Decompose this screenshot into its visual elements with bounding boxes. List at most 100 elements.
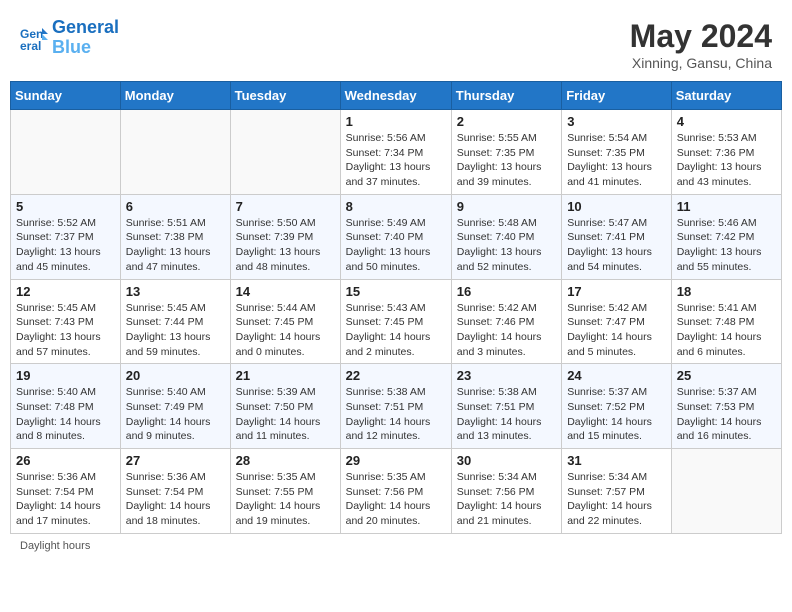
- calendar-table: Sunday Monday Tuesday Wednesday Thursday…: [10, 81, 782, 534]
- table-row: 8 Sunrise: 5:49 AMSunset: 7:40 PMDayligh…: [340, 194, 451, 279]
- day-info: Sunrise: 5:38 AMSunset: 7:51 PMDaylight:…: [346, 385, 446, 444]
- month-year: May 2024: [630, 18, 772, 55]
- day-info: Sunrise: 5:38 AMSunset: 7:51 PMDaylight:…: [457, 385, 556, 444]
- table-row: 4 Sunrise: 5:53 AMSunset: 7:36 PMDayligh…: [671, 110, 781, 195]
- day-number: 18: [677, 284, 776, 299]
- day-info: Sunrise: 5:40 AMSunset: 7:48 PMDaylight:…: [16, 385, 115, 444]
- table-row: 16 Sunrise: 5:42 AMSunset: 7:46 PMDaylig…: [451, 279, 561, 364]
- day-info: Sunrise: 5:55 AMSunset: 7:35 PMDaylight:…: [457, 131, 556, 190]
- day-info: Sunrise: 5:35 AMSunset: 7:55 PMDaylight:…: [236, 470, 335, 529]
- day-info: Sunrise: 5:56 AMSunset: 7:34 PMDaylight:…: [346, 131, 446, 190]
- day-info: Sunrise: 5:37 AMSunset: 7:53 PMDaylight:…: [677, 385, 776, 444]
- day-number: 12: [16, 284, 115, 299]
- day-number: 29: [346, 453, 446, 468]
- table-row: [671, 449, 781, 534]
- table-row: 26 Sunrise: 5:36 AMSunset: 7:54 PMDaylig…: [11, 449, 121, 534]
- table-row: [11, 110, 121, 195]
- table-row: 30 Sunrise: 5:34 AMSunset: 7:56 PMDaylig…: [451, 449, 561, 534]
- day-number: 14: [236, 284, 335, 299]
- svg-text:eral: eral: [20, 39, 41, 52]
- table-row: [230, 110, 340, 195]
- title-block: May 2024 Xinning, Gansu, China: [630, 18, 772, 71]
- day-number: 2: [457, 114, 556, 129]
- day-number: 7: [236, 199, 335, 214]
- header-tuesday: Tuesday: [230, 82, 340, 110]
- day-info: Sunrise: 5:36 AMSunset: 7:54 PMDaylight:…: [126, 470, 225, 529]
- table-row: 24 Sunrise: 5:37 AMSunset: 7:52 PMDaylig…: [562, 364, 672, 449]
- table-row: 10 Sunrise: 5:47 AMSunset: 7:41 PMDaylig…: [562, 194, 672, 279]
- day-info: Sunrise: 5:51 AMSunset: 7:38 PMDaylight:…: [126, 216, 225, 275]
- day-number: 1: [346, 114, 446, 129]
- day-info: Sunrise: 5:36 AMSunset: 7:54 PMDaylight:…: [16, 470, 115, 529]
- day-info: Sunrise: 5:40 AMSunset: 7:49 PMDaylight:…: [126, 385, 225, 444]
- day-number: 22: [346, 368, 446, 383]
- calendar-week-row: 26 Sunrise: 5:36 AMSunset: 7:54 PMDaylig…: [11, 449, 782, 534]
- day-number: 6: [126, 199, 225, 214]
- location: Xinning, Gansu, China: [630, 55, 772, 71]
- table-row: 29 Sunrise: 5:35 AMSunset: 7:56 PMDaylig…: [340, 449, 451, 534]
- day-info: Sunrise: 5:37 AMSunset: 7:52 PMDaylight:…: [567, 385, 666, 444]
- day-info: Sunrise: 5:34 AMSunset: 7:56 PMDaylight:…: [457, 470, 556, 529]
- day-info: Sunrise: 5:46 AMSunset: 7:42 PMDaylight:…: [677, 216, 776, 275]
- table-row: 5 Sunrise: 5:52 AMSunset: 7:37 PMDayligh…: [11, 194, 121, 279]
- table-row: 6 Sunrise: 5:51 AMSunset: 7:38 PMDayligh…: [120, 194, 230, 279]
- day-number: 30: [457, 453, 556, 468]
- logo-text: GeneralBlue: [52, 18, 119, 58]
- daylight-hours-label: Daylight hours: [20, 540, 90, 552]
- day-info: Sunrise: 5:44 AMSunset: 7:45 PMDaylight:…: [236, 301, 335, 360]
- table-row: 19 Sunrise: 5:40 AMSunset: 7:48 PMDaylig…: [11, 364, 121, 449]
- day-number: 16: [457, 284, 556, 299]
- day-info: Sunrise: 5:42 AMSunset: 7:47 PMDaylight:…: [567, 301, 666, 360]
- day-number: 26: [16, 453, 115, 468]
- day-number: 24: [567, 368, 666, 383]
- day-number: 31: [567, 453, 666, 468]
- day-number: 20: [126, 368, 225, 383]
- day-info: Sunrise: 5:34 AMSunset: 7:57 PMDaylight:…: [567, 470, 666, 529]
- day-info: Sunrise: 5:52 AMSunset: 7:37 PMDaylight:…: [16, 216, 115, 275]
- calendar-week-row: 1 Sunrise: 5:56 AMSunset: 7:34 PMDayligh…: [11, 110, 782, 195]
- page-header: Gen eral GeneralBlue May 2024 Xinning, G…: [10, 10, 782, 77]
- day-info: Sunrise: 5:47 AMSunset: 7:41 PMDaylight:…: [567, 216, 666, 275]
- table-row: 14 Sunrise: 5:44 AMSunset: 7:45 PMDaylig…: [230, 279, 340, 364]
- day-number: 13: [126, 284, 225, 299]
- table-row: 15 Sunrise: 5:43 AMSunset: 7:45 PMDaylig…: [340, 279, 451, 364]
- day-info: Sunrise: 5:49 AMSunset: 7:40 PMDaylight:…: [346, 216, 446, 275]
- day-info: Sunrise: 5:35 AMSunset: 7:56 PMDaylight:…: [346, 470, 446, 529]
- calendar-week-row: 12 Sunrise: 5:45 AMSunset: 7:43 PMDaylig…: [11, 279, 782, 364]
- header-monday: Monday: [120, 82, 230, 110]
- table-row: 22 Sunrise: 5:38 AMSunset: 7:51 PMDaylig…: [340, 364, 451, 449]
- day-number: 15: [346, 284, 446, 299]
- day-info: Sunrise: 5:53 AMSunset: 7:36 PMDaylight:…: [677, 131, 776, 190]
- table-row: 9 Sunrise: 5:48 AMSunset: 7:40 PMDayligh…: [451, 194, 561, 279]
- day-number: 11: [677, 199, 776, 214]
- day-number: 23: [457, 368, 556, 383]
- logo: Gen eral GeneralBlue: [20, 18, 119, 58]
- table-row: 12 Sunrise: 5:45 AMSunset: 7:43 PMDaylig…: [11, 279, 121, 364]
- day-number: 17: [567, 284, 666, 299]
- day-info: Sunrise: 5:45 AMSunset: 7:44 PMDaylight:…: [126, 301, 225, 360]
- calendar-header-row: Sunday Monday Tuesday Wednesday Thursday…: [11, 82, 782, 110]
- header-sunday: Sunday: [11, 82, 121, 110]
- table-row: 23 Sunrise: 5:38 AMSunset: 7:51 PMDaylig…: [451, 364, 561, 449]
- day-number: 4: [677, 114, 776, 129]
- table-row: 28 Sunrise: 5:35 AMSunset: 7:55 PMDaylig…: [230, 449, 340, 534]
- table-row: 3 Sunrise: 5:54 AMSunset: 7:35 PMDayligh…: [562, 110, 672, 195]
- day-number: 21: [236, 368, 335, 383]
- day-info: Sunrise: 5:42 AMSunset: 7:46 PMDaylight:…: [457, 301, 556, 360]
- table-row: 27 Sunrise: 5:36 AMSunset: 7:54 PMDaylig…: [120, 449, 230, 534]
- table-row: 2 Sunrise: 5:55 AMSunset: 7:35 PMDayligh…: [451, 110, 561, 195]
- table-row: 13 Sunrise: 5:45 AMSunset: 7:44 PMDaylig…: [120, 279, 230, 364]
- table-row: 31 Sunrise: 5:34 AMSunset: 7:57 PMDaylig…: [562, 449, 672, 534]
- day-number: 27: [126, 453, 225, 468]
- day-info: Sunrise: 5:48 AMSunset: 7:40 PMDaylight:…: [457, 216, 556, 275]
- day-info: Sunrise: 5:45 AMSunset: 7:43 PMDaylight:…: [16, 301, 115, 360]
- day-number: 25: [677, 368, 776, 383]
- day-number: 8: [346, 199, 446, 214]
- day-info: Sunrise: 5:39 AMSunset: 7:50 PMDaylight:…: [236, 385, 335, 444]
- table-row: 21 Sunrise: 5:39 AMSunset: 7:50 PMDaylig…: [230, 364, 340, 449]
- footer-note: Daylight hours: [10, 540, 782, 552]
- table-row: 11 Sunrise: 5:46 AMSunset: 7:42 PMDaylig…: [671, 194, 781, 279]
- day-info: Sunrise: 5:41 AMSunset: 7:48 PMDaylight:…: [677, 301, 776, 360]
- table-row: 18 Sunrise: 5:41 AMSunset: 7:48 PMDaylig…: [671, 279, 781, 364]
- day-number: 5: [16, 199, 115, 214]
